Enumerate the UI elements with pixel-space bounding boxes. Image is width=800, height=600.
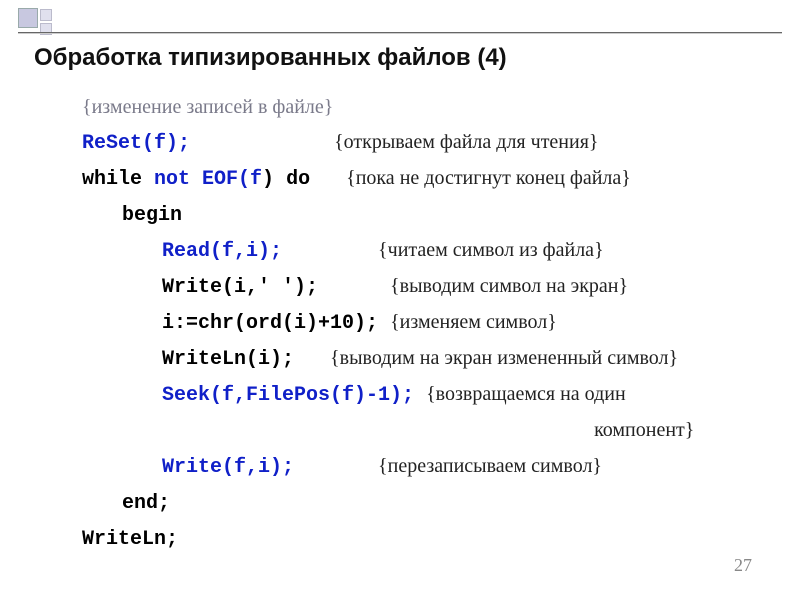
code-line-write-file: Write(f,i); {перезаписываем символ}	[82, 449, 760, 485]
decor-square-icon	[40, 9, 52, 21]
code-line-comment-header: {изменение записей в файле}	[82, 90, 760, 125]
code-line-while: while not EOF(f) do {пока не достигнут к…	[82, 161, 760, 197]
slide-body: {изменение записей в файле} ReSet(f); {о…	[82, 90, 760, 557]
code-line-writeln: WriteLn;	[82, 521, 760, 557]
corner-decor	[18, 8, 52, 35]
page-number: 27	[734, 555, 752, 576]
slide-title: Обработка типизированных файлов (4)	[34, 44, 507, 72]
code-line-end: end;	[82, 485, 760, 521]
code-line-seek: Seek(f,FilePos(f)-1); {возвращаемся на о…	[82, 377, 760, 413]
code-line-seek-cont: компонент}	[82, 413, 760, 449]
code-line-assign: i:=chr(ord(i)+10); {изменяем символ}	[82, 305, 760, 341]
code-line-read: Read(f,i); {читаем символ из файла}	[82, 233, 760, 269]
code-line-reset: ReSet(f); {открываем файла для чтения}	[82, 125, 760, 161]
decor-square-icon	[18, 8, 38, 28]
header-divider	[18, 32, 782, 34]
code-line-write-screen: Write(i,' '); {выводим символ на экран}	[82, 269, 760, 305]
code-line-begin: begin	[82, 197, 760, 233]
code-line-writeln-i: WriteLn(i); {выводим на экран измененный…	[82, 341, 760, 377]
slide: Обработка типизированных файлов (4) {изм…	[0, 0, 800, 600]
